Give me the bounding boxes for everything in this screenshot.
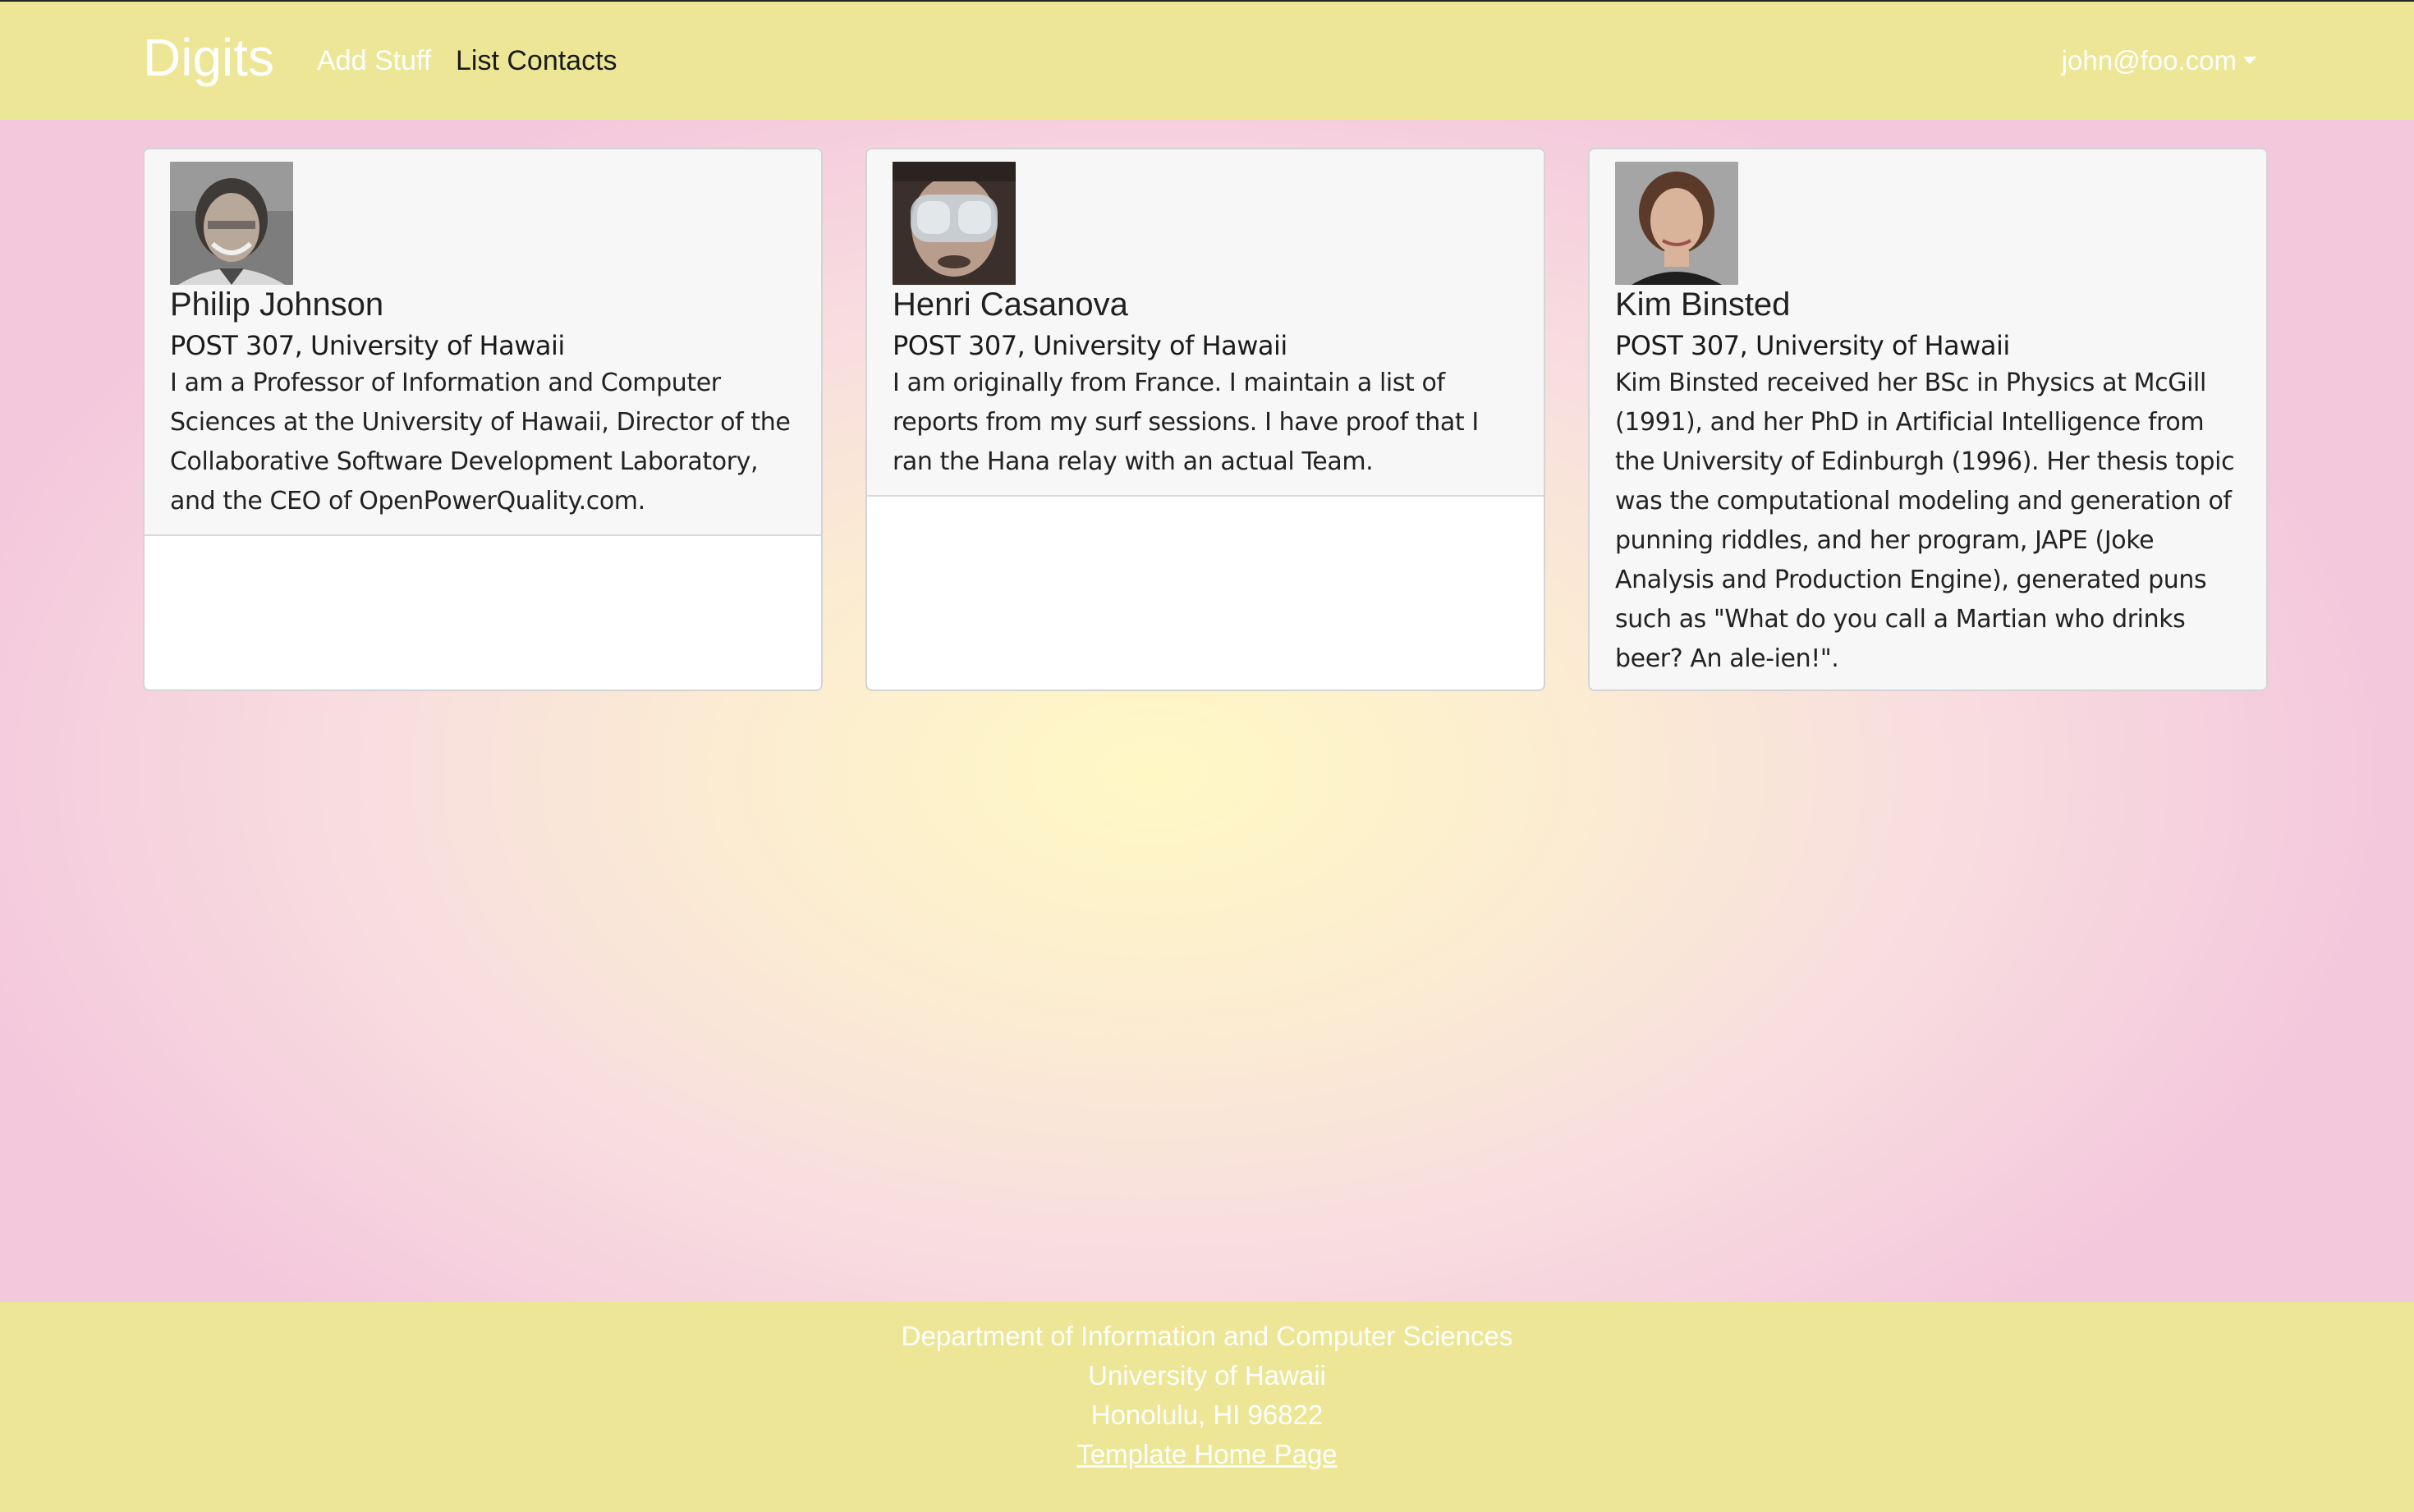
footer-address: Honolulu, HI 96822 [1090, 1400, 1324, 1430]
contact-description: I am a Professor of Information and Comp… [170, 369, 791, 515]
portrait-icon [1615, 162, 1738, 285]
contact-address: POST 307, University of Hawaii [1615, 330, 2010, 361]
contact-card: Henri Casanova POST 307, University of H… [865, 148, 1545, 691]
portrait-icon [170, 162, 293, 285]
contact-description: Kim Binsted received her BSc in Physics … [1615, 369, 2235, 673]
footer-university: University of Hawaii [1088, 1360, 1326, 1391]
portrait-icon [893, 162, 1016, 285]
contact-name: Kim Binsted [1615, 286, 1791, 323]
contact-card: Kim Binsted POST 307, University of Hawa… [1588, 148, 2268, 691]
nav-add-stuff[interactable]: Add Stuff [317, 44, 431, 77]
template-home-link[interactable]: Template Home Page [1076, 1439, 1337, 1469]
navbar: Digits Add Stuff List Contacts john@foo.… [0, 2, 2414, 120]
card-header: Philip Johnson POST 307, University of H… [145, 149, 821, 536]
contact-description: I am originally from France. I maintain … [893, 369, 1479, 476]
chevron-down-icon [2243, 56, 2256, 64]
avatar [1615, 162, 1738, 285]
nav-list-contacts[interactable]: List Contacts [456, 44, 617, 77]
avatar [893, 162, 1016, 285]
user-dropdown[interactable]: john@foo.com [2062, 44, 2256, 77]
card-header: Kim Binsted POST 307, University of Hawa… [1590, 149, 2266, 690]
contact-card: Philip Johnson POST 307, University of H… [143, 148, 823, 691]
contact-address: POST 307, University of Hawaii [170, 330, 565, 361]
contact-name: Henri Casanova [893, 286, 1128, 323]
contact-address: POST 307, University of Hawaii [893, 330, 1287, 361]
user-email: john@foo.com [2061, 45, 2237, 76]
footer: Department of Information and Computer S… [0, 1302, 2414, 1512]
card-header: Henri Casanova POST 307, University of H… [867, 149, 1544, 497]
avatar [170, 162, 293, 285]
footer-department: Department of Information and Computer S… [901, 1321, 1513, 1351]
contact-name: Philip Johnson [170, 286, 384, 323]
brand-logo[interactable]: Digits [143, 26, 274, 89]
